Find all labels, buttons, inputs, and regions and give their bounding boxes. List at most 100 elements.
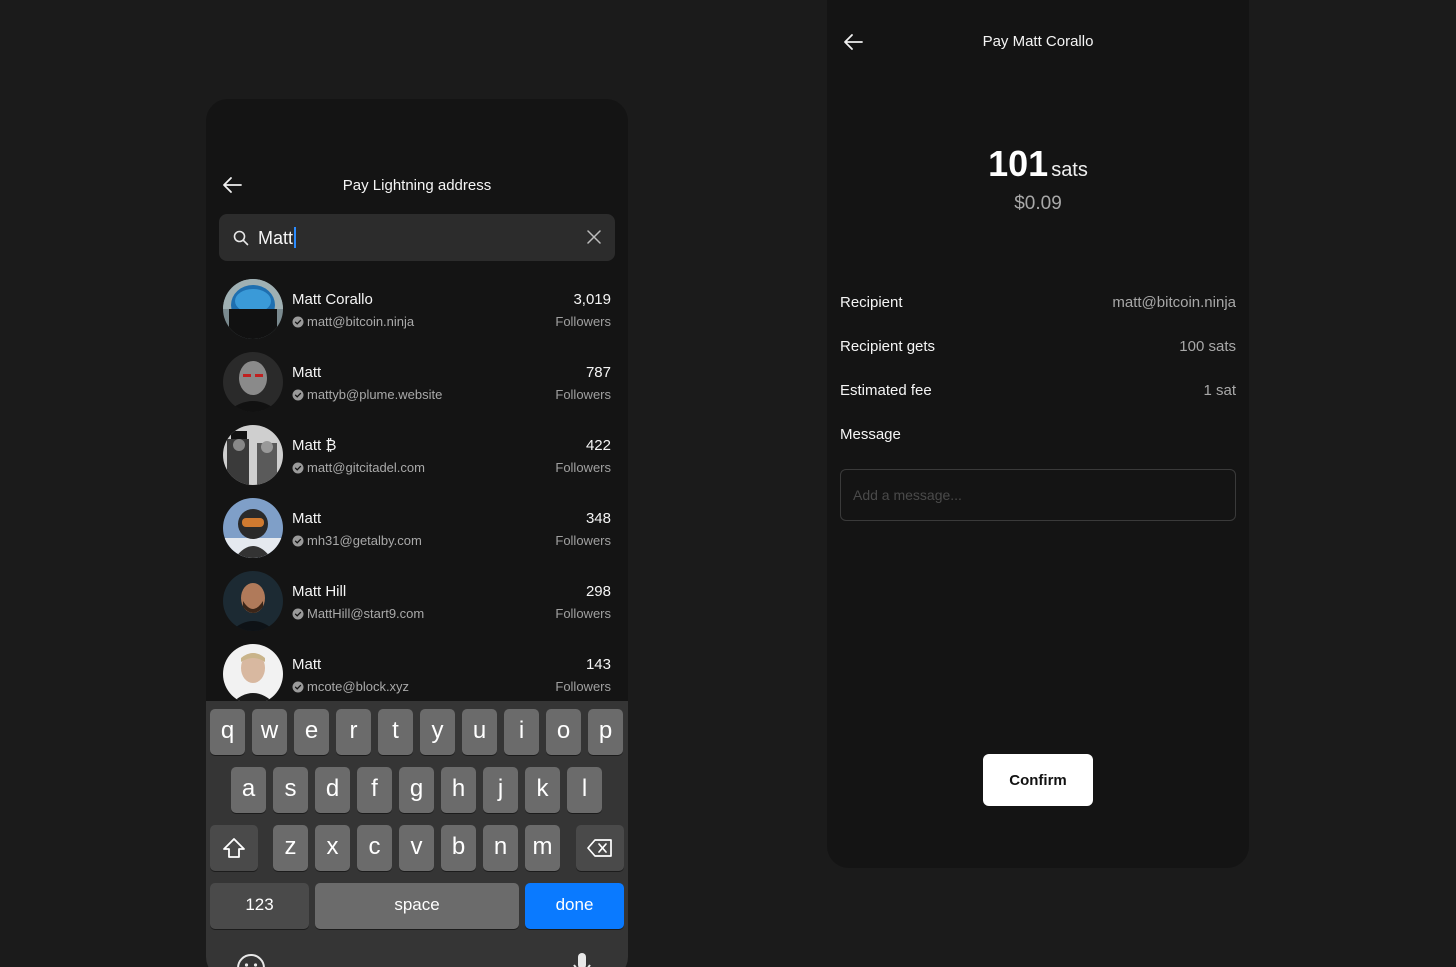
space-key[interactable]: space <box>315 883 519 929</box>
key-s[interactable]: s <box>273 767 308 813</box>
key-b[interactable]: b <box>441 825 476 871</box>
text-caret <box>294 227 297 248</box>
amount-unit: sats <box>1051 159 1088 181</box>
verified-icon <box>292 389 304 401</box>
detail-value: matt@bitcoin.ninja <box>1112 294 1236 311</box>
key-y[interactable]: y <box>420 709 455 755</box>
detail-label: Estimated fee <box>840 382 932 399</box>
avatar <box>223 644 283 704</box>
result-address-line: mcote@block.xyz <box>292 679 409 694</box>
key-d[interactable]: d <box>315 767 350 813</box>
verified-icon <box>292 608 304 620</box>
list-item[interactable]: Matt Hill MattHill@start9.com 298 Follow… <box>206 571 628 635</box>
key-e[interactable]: e <box>294 709 329 755</box>
key-x[interactable]: x <box>315 825 350 871</box>
follower-label: Followers <box>555 387 611 402</box>
delete-key[interactable] <box>576 825 624 871</box>
detail-value: 1 sat <box>1203 382 1236 399</box>
verified-icon <box>292 316 304 328</box>
result-address-line: matt@gitcitadel.com <box>292 460 425 475</box>
list-item[interactable]: Matt ₿ matt@gitcitadel.com 422 Followers <box>206 425 628 489</box>
follower-label: Followers <box>555 679 611 694</box>
page-title: Pay Lightning address <box>342 177 492 194</box>
amount-display: 101 sats <box>827 143 1249 185</box>
key-g[interactable]: g <box>399 767 434 813</box>
list-item[interactable]: Matt mcote@block.xyz 143 Followers <box>206 644 628 708</box>
result-address: mattyb@plume.website <box>307 387 443 402</box>
message-label: Message <box>840 426 901 443</box>
fiat-value: $0.09 <box>1014 193 1062 214</box>
key-u[interactable]: u <box>462 709 497 755</box>
result-address-line: matt@bitcoin.ninja <box>292 314 414 329</box>
list-item[interactable]: Matt Corallo matt@bitcoin.ninja 3,019 Fo… <box>206 279 628 343</box>
message-row: Message <box>840 426 1236 448</box>
numbers-key[interactable]: 123 <box>210 883 309 929</box>
close-icon[interactable] <box>587 230 601 244</box>
key-z[interactable]: z <box>273 825 308 871</box>
result-name: Matt Hill <box>292 583 347 600</box>
emoji-icon[interactable] <box>236 953 266 967</box>
detail-row-fee: Estimated fee 1 sat <box>840 382 1236 404</box>
follower-count: 143 <box>585 656 611 673</box>
key-n[interactable]: n <box>483 825 518 871</box>
key-j[interactable]: j <box>483 767 518 813</box>
result-name: Matt Corallo <box>292 291 373 308</box>
avatar <box>223 279 283 339</box>
result-name: Matt ₿ <box>292 437 337 454</box>
avatar <box>223 498 283 558</box>
avatar <box>223 352 283 412</box>
key-i[interactable]: i <box>504 709 539 755</box>
onscreen-keyboard: q w e r t y u i o p a s d f g h j k l z … <box>206 701 628 967</box>
key-f[interactable]: f <box>357 767 392 813</box>
app-canvas: Pay Lightning address Matt Matt Corallo … <box>0 0 1456 967</box>
follower-label: Followers <box>555 606 611 621</box>
list-item[interactable]: Matt mattyb@plume.website 787 Followers <box>206 352 628 416</box>
key-m[interactable]: m <box>525 825 560 871</box>
key-h[interactable]: h <box>441 767 476 813</box>
result-address-line: mattyb@plume.website <box>292 387 442 402</box>
verified-icon <box>292 681 304 693</box>
page-title: Pay Matt Corallo <box>982 33 1094 50</box>
key-w[interactable]: w <box>252 709 287 755</box>
search-value: Matt <box>258 228 294 248</box>
follower-label: Followers <box>555 460 611 475</box>
search-screen: Pay Lightning address Matt Matt Corallo … <box>206 99 628 967</box>
result-address-line: MattHill@start9.com <box>292 606 424 621</box>
key-k[interactable]: k <box>525 767 560 813</box>
follower-count: 348 <box>585 510 611 527</box>
confirm-button[interactable]: Confirm <box>983 754 1093 806</box>
key-t[interactable]: t <box>378 709 413 755</box>
pay-screen: Pay Matt Corallo 101 sats $0.09 Recipient… <box>827 0 1249 868</box>
verified-icon <box>292 462 304 474</box>
done-key[interactable]: done <box>525 883 624 929</box>
key-v[interactable]: v <box>399 825 434 871</box>
result-address: mh31@getalby.com <box>307 533 422 548</box>
key-o[interactable]: o <box>546 709 581 755</box>
follower-label: Followers <box>555 533 611 548</box>
key-c[interactable]: c <box>357 825 392 871</box>
key-r[interactable]: r <box>336 709 371 755</box>
follower-count: 3,019 <box>573 291 611 308</box>
search-header: Pay Lightning address <box>206 174 628 198</box>
detail-label: Recipient <box>840 294 903 311</box>
result-name: Matt <box>292 510 322 527</box>
result-name: Matt <box>292 656 322 673</box>
follower-count: 422 <box>585 437 611 454</box>
list-item[interactable]: Matt mh31@getalby.com 348 Followers <box>206 498 628 562</box>
microphone-icon[interactable] <box>572 951 592 967</box>
key-l[interactable]: l <box>567 767 602 813</box>
key-q[interactable]: q <box>210 709 245 755</box>
amount-value: 101 <box>988 143 1049 184</box>
search-field[interactable]: Matt <box>219 214 615 261</box>
detail-row-recipient-gets: Recipient gets 100 sats <box>840 338 1236 360</box>
message-input[interactable] <box>840 469 1236 521</box>
key-a[interactable]: a <box>231 767 266 813</box>
shift-key[interactable] <box>210 825 258 871</box>
key-p[interactable]: p <box>588 709 623 755</box>
detail-label: Recipient gets <box>840 338 936 355</box>
detail-value: 100 sats <box>1179 338 1236 355</box>
result-name: Matt <box>292 364 322 381</box>
follower-count: 298 <box>585 583 611 600</box>
search-input[interactable]: Matt <box>258 227 297 249</box>
result-address: matt@gitcitadel.com <box>307 460 425 475</box>
